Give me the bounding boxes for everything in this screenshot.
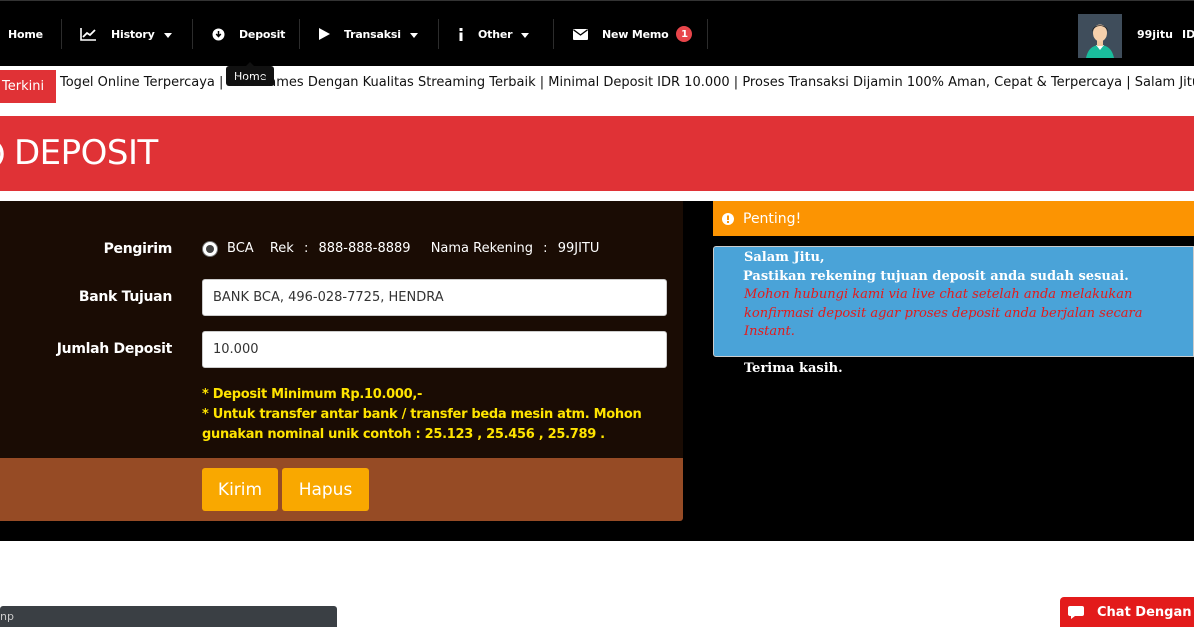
nav-home[interactable]: Home: [8, 1, 43, 67]
sender-rek-number: 888-888-8889: [318, 241, 411, 256]
sender-label: Pengirim: [103, 241, 173, 257]
line-chart-icon: [80, 27, 97, 41]
alert-contact-line: Mohon hubungi kami via live chat setelah…: [744, 287, 1133, 302]
sender-account-info: BCA Rek : 888-888-8889 Nama Rekening : 9…: [227, 241, 605, 256]
bottom-bar-text: np: [0, 610, 14, 623]
nav-deposit-label: Deposit: [239, 27, 286, 41]
alert-thanks: Terima kasih.: [744, 360, 843, 376]
avatar[interactable]: [1078, 14, 1122, 58]
nav-other-label: Other: [478, 27, 513, 41]
nav-divider: [61, 19, 62, 49]
bottom-status-bar[interactable]: np: [0, 606, 337, 627]
chat-bubble-icon: [1068, 605, 1084, 619]
chevron-down-icon: [163, 32, 172, 38]
alert-confirm-line: konfirmasi deposit agar proses deposit a…: [744, 305, 1143, 340]
alert-title: Penting!: [743, 210, 802, 227]
sender-radio[interactable]: [202, 241, 218, 257]
download-circle-icon: [0, 143, 4, 165]
exclamation-circle-icon: [722, 212, 734, 225]
ticker-label: Terkini: [0, 70, 56, 103]
ticker-marquee: Togel Online Terpercaya | Live Games Den…: [60, 75, 1194, 90]
hapus-button[interactable]: Hapus: [282, 468, 369, 511]
nav-divider: [299, 19, 300, 49]
important-alert-header: Penting!: [713, 201, 1194, 236]
nav-divider: [553, 19, 554, 49]
kirim-button[interactable]: Kirim: [202, 468, 278, 511]
alert-spacer: [744, 342, 1193, 360]
sender-rek-label: Rek: [269, 241, 294, 256]
sender-name-sep: :: [543, 241, 548, 256]
info-alert-body: Salam Jitu, Pastikan rekening tujuan dep…: [713, 246, 1194, 376]
memo-count-badge: 1: [676, 26, 693, 42]
download-circle-icon: [212, 28, 225, 41]
bank-tujuan-select[interactable]: BANK BCA, 496-028-7725, HENDRA: [202, 279, 667, 316]
envelope-icon: [573, 28, 588, 40]
play-icon: [319, 28, 330, 40]
nav-transaksi[interactable]: Transaksi: [319, 1, 418, 67]
nav-new-memo[interactable]: New Memo 1: [573, 1, 693, 67]
nav-other[interactable]: Other: [458, 1, 530, 67]
page-root: Home History Deposit Transaksi Other New…: [0, 0, 1194, 627]
sender-name-label: Nama Rekening: [430, 241, 534, 256]
nav-home-label: Home: [8, 27, 43, 41]
jumlah-deposit-input[interactable]: 10.000: [202, 331, 667, 368]
info-icon: [458, 27, 464, 41]
note-unique-amount: * Untuk transfer antar bank / transfer b…: [202, 407, 642, 442]
sender-bank: BCA: [227, 241, 254, 256]
chat-label: Chat Dengan: [1097, 604, 1192, 620]
nav-history-label: History: [111, 27, 155, 41]
nav-divider: [192, 19, 193, 49]
live-chat-button[interactable]: Chat Dengan: [1060, 597, 1194, 627]
alert-greeting: Salam Jitu,: [744, 250, 825, 265]
top-navbar: Home History Deposit Transaksi Other New…: [0, 0, 1194, 66]
jumlah-deposit-label: Jumlah Deposit: [56, 341, 173, 357]
deposit-notes: * Deposit Minimum Rp.10.000,- * Untuk tr…: [202, 385, 672, 445]
chevron-down-icon: [409, 32, 418, 38]
alert-instruction: Pastikan rekening tujuan deposit anda su…: [743, 268, 1129, 284]
page-banner: [0, 116, 1194, 191]
username-label[interactable]: 99jitu: [1137, 28, 1173, 41]
nav-new-memo-label: New Memo: [602, 27, 669, 41]
note-minimum: * Deposit Minimum Rp.10.000,-: [202, 387, 423, 402]
chevron-down-icon: [521, 32, 530, 38]
nav-divider: [438, 19, 439, 49]
nav-history[interactable]: History: [80, 1, 172, 67]
nav-transaksi-label: Transaksi: [344, 27, 401, 41]
user-avatar-icon: [1078, 14, 1122, 58]
nav-deposit[interactable]: Deposit: [212, 1, 285, 67]
sender-rek-sep: :: [303, 241, 309, 256]
sender-name: 99JITU: [557, 241, 600, 256]
page-title: DEPOSIT: [14, 133, 158, 173]
bank-tujuan-label: Bank Tujuan: [78, 289, 172, 305]
nav-divider: [707, 19, 708, 49]
currency-label: IDR: [1182, 28, 1194, 41]
